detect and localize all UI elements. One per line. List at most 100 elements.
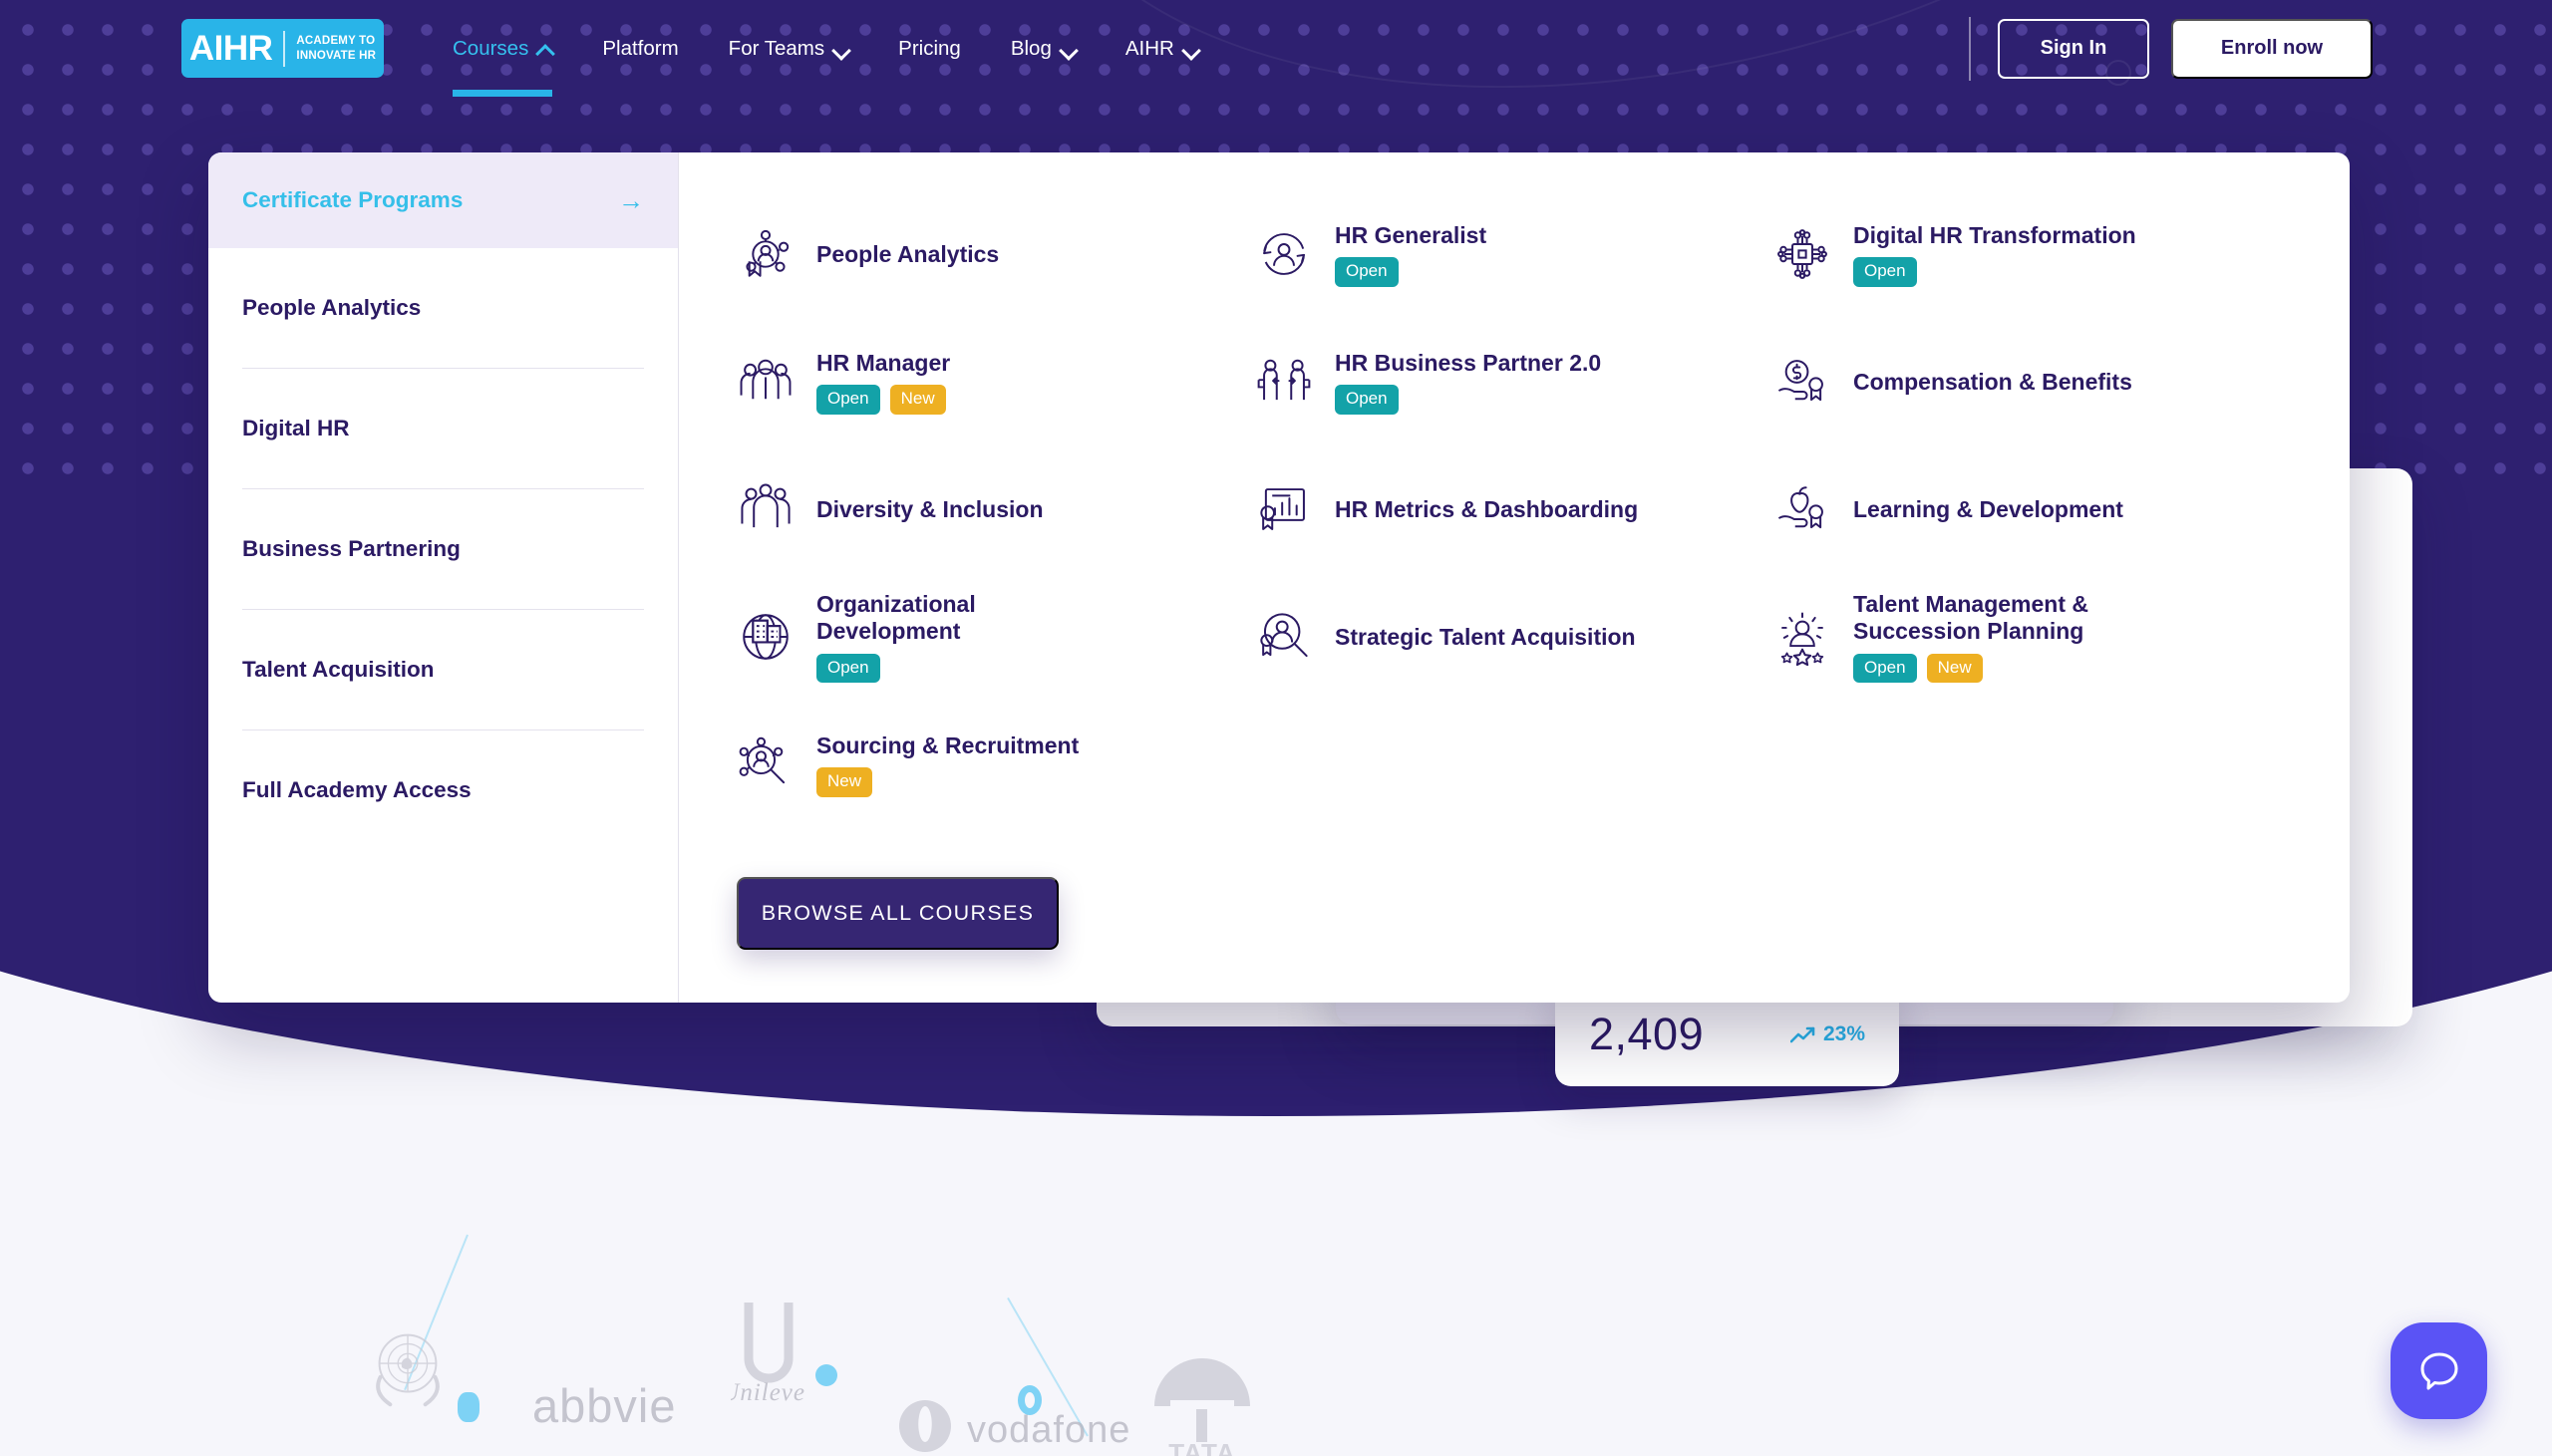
sidebar-item-label: Certificate Programs xyxy=(242,187,464,212)
course-item-digital-hr-transformation[interactable]: Digital HR Transformation Open xyxy=(1773,190,2350,318)
chat-bubble-icon xyxy=(2420,1352,2457,1389)
nav-label: Blog xyxy=(1010,36,1052,60)
logo-tagline-line1: ACADEMY TO xyxy=(296,34,376,47)
svg-text:vodafone: vodafone xyxy=(967,1409,1130,1451)
course-badges: Open xyxy=(1335,385,1601,415)
magnifier-network-icon xyxy=(737,735,795,793)
course-item-people-analytics[interactable]: People Analytics xyxy=(737,190,1255,318)
nav-item-blog[interactable]: Blog xyxy=(986,0,1101,97)
course-title: Learning & Development xyxy=(1853,495,2123,522)
course-item-hr-business-partner[interactable]: HR Business Partner 2.0 Open xyxy=(1255,318,1773,445)
course-body: HR Metrics & Dashboarding xyxy=(1335,496,1638,523)
course-title: HR Business Partner 2.0 xyxy=(1335,349,1602,376)
course-title: People Analytics xyxy=(816,240,1000,267)
course-body: HR Business Partner 2.0 Open xyxy=(1335,350,1601,415)
course-title: Sourcing & Recruitment xyxy=(816,731,1080,758)
mega-menu-sidebar: Certificate Programs → People Analytics … xyxy=(208,152,679,1003)
course-badges: Open New xyxy=(816,385,950,415)
course-title: Diversity & Inclusion xyxy=(816,495,1044,522)
chat-launcher-button[interactable] xyxy=(2391,1322,2487,1419)
course-badges: Open New xyxy=(1853,653,2152,683)
course-body: Strategic Talent Acquisition xyxy=(1335,624,1636,651)
badge-open: Open xyxy=(1853,257,1917,287)
sidebar-item-people-analytics[interactable]: People Analytics xyxy=(208,248,678,368)
nav-item-courses[interactable]: Courses xyxy=(428,0,577,97)
main-navigation: Courses Platform For Teams Pricing Blog … xyxy=(428,0,1223,97)
active-tab-indicator xyxy=(453,90,553,97)
course-body: HR Generalist Open xyxy=(1335,222,1486,287)
badge-open: Open xyxy=(1335,385,1399,415)
course-item-hr-metrics-dashboarding[interactable]: HR Metrics & Dashboarding xyxy=(1255,445,1773,573)
trend-up-icon xyxy=(1789,1026,1815,1042)
nav-item-for-teams[interactable]: For Teams xyxy=(704,0,873,97)
svg-text:Unilever: Unilever xyxy=(731,1379,806,1406)
logo-divider xyxy=(283,30,286,67)
course-badges: Open xyxy=(1853,257,2136,287)
badge-open: Open xyxy=(1853,653,1917,683)
nav-label: Platform xyxy=(602,36,679,60)
chevron-up-icon xyxy=(537,41,552,56)
course-title: Organizational Development xyxy=(816,591,976,644)
partner-logo-strip: abbvie Unilever vodafone TATA xyxy=(0,1197,2552,1456)
header-actions: Sign In Enroll now xyxy=(1969,16,2373,81)
people-group-icon xyxy=(737,480,795,538)
nav-label: AIHR xyxy=(1124,36,1174,60)
sidebar-item-label: Talent Acquisition xyxy=(242,657,435,682)
course-body: Learning & Development xyxy=(1853,496,2123,523)
browse-all-courses-button[interactable]: BROWSE ALL COURSES xyxy=(737,877,1059,950)
sidebar-item-business-partnering[interactable]: Business Partnering xyxy=(208,489,678,609)
site-header: AIHR ACADEMY TO INNOVATE HR Courses Plat… xyxy=(0,0,2552,97)
sidebar-item-label: Digital HR xyxy=(242,416,350,440)
nav-label: For Teams xyxy=(728,36,825,60)
course-item-sourcing-recruitment[interactable]: Sourcing & Recruitment New xyxy=(737,701,1255,828)
sidebar-item-talent-acquisition[interactable]: Talent Acquisition xyxy=(208,610,678,729)
enroll-now-button[interactable]: Enroll now xyxy=(2171,18,2373,79)
badge-open: Open xyxy=(1335,257,1399,287)
sign-in-button[interactable]: Sign In xyxy=(1998,18,2149,79)
course-body: Digital HR Transformation Open xyxy=(1853,222,2136,287)
logo-tagline: ACADEMY TO INNOVATE HR xyxy=(296,34,376,63)
nav-item-aihr[interactable]: AIHR xyxy=(1101,0,1223,97)
course-title: Compensation & Benefits xyxy=(1853,368,2132,395)
sidebar-item-full-academy-access[interactable]: Full Academy Access xyxy=(208,730,678,850)
badge-open: Open xyxy=(816,653,880,683)
course-grid: People Analytics HR Generalist Open Digi… xyxy=(737,190,2350,828)
hand-apple-icon xyxy=(1773,480,1831,538)
course-item-organizational-development[interactable]: Organizational Development Open xyxy=(737,573,1255,701)
course-item-strategic-talent-acquisition[interactable]: Strategic Talent Acquisition xyxy=(1255,573,1773,701)
three-people-icon xyxy=(737,353,795,411)
partner-logo-vodafone: vodafone xyxy=(895,1396,1134,1456)
chevron-down-icon xyxy=(1183,41,1198,56)
course-item-diversity-inclusion[interactable]: Diversity & Inclusion xyxy=(737,445,1255,573)
course-title: HR Generalist xyxy=(1335,221,1487,248)
sidebar-item-digital-hr[interactable]: Digital HR xyxy=(208,369,678,488)
nav-item-platform[interactable]: Platform xyxy=(577,0,703,97)
partner-logo-unilever: Unilever xyxy=(731,1297,806,1414)
nav-label: Courses xyxy=(453,36,529,60)
course-title: HR Manager xyxy=(816,349,951,376)
building-globe-icon xyxy=(737,608,795,666)
course-item-hr-manager[interactable]: HR Manager Open New xyxy=(737,318,1255,445)
logo-tagline-line2: INNOVATE HR xyxy=(296,49,377,62)
course-item-compensation-benefits[interactable]: Compensation & Benefits xyxy=(1773,318,2350,445)
course-body: Talent Management & Succession Planning … xyxy=(1853,591,2152,683)
course-title: Strategic Talent Acquisition xyxy=(1335,623,1636,650)
course-body: Compensation & Benefits xyxy=(1853,369,2132,396)
course-badges: Open xyxy=(816,653,1106,683)
nav-item-pricing[interactable]: Pricing xyxy=(873,0,986,97)
people-network-icon xyxy=(737,225,795,283)
microchip-icon xyxy=(1773,225,1831,283)
sidebar-item-certificate-programs[interactable]: Certificate Programs → xyxy=(208,152,678,248)
course-item-talent-management-succession[interactable]: Talent Management & Succession Planning … xyxy=(1773,573,2350,701)
aihr-logo[interactable]: AIHR ACADEMY TO INNOVATE HR xyxy=(181,19,384,78)
course-item-learning-development[interactable]: Learning & Development xyxy=(1773,445,2350,573)
course-item-hr-generalist[interactable]: HR Generalist Open xyxy=(1255,190,1773,318)
stat-value: 2,409 xyxy=(1589,1008,1705,1059)
course-body: Organizational Development Open xyxy=(816,591,1106,683)
course-body: Sourcing & Recruitment New xyxy=(816,732,1079,797)
chevron-down-icon xyxy=(1061,41,1076,56)
stat-delta: 23% xyxy=(1789,1022,1865,1046)
course-title: Talent Management & Succession Planning xyxy=(1853,591,2088,644)
course-badges: New xyxy=(816,767,1079,797)
two-people-exchange-icon xyxy=(1255,353,1313,411)
